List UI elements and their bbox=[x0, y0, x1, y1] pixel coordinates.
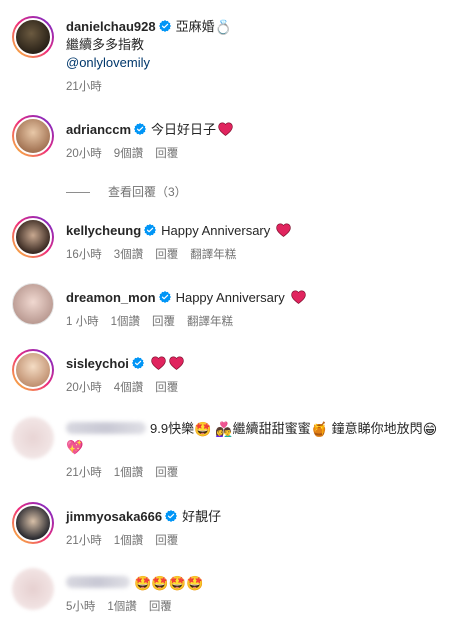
like-count[interactable]: 1個讚 bbox=[111, 316, 140, 328]
reply-button[interactable]: 回覆 bbox=[155, 382, 178, 394]
verified-badge-icon bbox=[144, 224, 156, 236]
reply-button[interactable]: 回覆 bbox=[155, 249, 178, 261]
grinning-icon: 😁 bbox=[422, 421, 438, 437]
heart-icon bbox=[276, 223, 291, 237]
avatar[interactable] bbox=[12, 502, 54, 544]
like-count[interactable]: 3個讚 bbox=[114, 249, 143, 261]
star-struck-icon: 🤩 bbox=[194, 421, 212, 437]
heart-icon bbox=[151, 356, 166, 370]
comment-text: 好靚仔 bbox=[182, 509, 222, 524]
username[interactable]: jimmyosaka666 bbox=[66, 509, 162, 524]
comment-text: Happy Anniversary bbox=[161, 223, 271, 238]
timestamp: 20小時 bbox=[66, 148, 102, 160]
comment-text: 今日好日子 bbox=[151, 122, 217, 137]
divider bbox=[66, 192, 90, 194]
honey-pot-icon: 🍯 bbox=[310, 421, 329, 437]
verified-badge-icon bbox=[132, 357, 144, 369]
view-replies-label: 查看回覆（3） bbox=[108, 185, 187, 199]
reply-button[interactable]: 回覆 bbox=[155, 535, 178, 547]
comment-text-line2: 繼續多多指教 bbox=[66, 37, 145, 52]
timestamp: 5小時 bbox=[66, 601, 96, 613]
heart-icon bbox=[218, 122, 233, 136]
sparkling-heart-icon: 💖 bbox=[66, 439, 84, 455]
username-blurred[interactable] bbox=[66, 576, 130, 588]
reply-button[interactable]: 回覆 bbox=[149, 601, 172, 613]
timestamp: 20小時 bbox=[66, 382, 102, 394]
comment-text: Happy Anniversary bbox=[175, 290, 285, 305]
username[interactable]: sisleychoi bbox=[66, 356, 129, 371]
username[interactable]: kellycheung bbox=[66, 223, 141, 238]
like-count[interactable]: 1個讚 bbox=[107, 601, 136, 613]
username[interactable]: dreamon_mon bbox=[66, 290, 156, 305]
avatar[interactable] bbox=[12, 115, 54, 157]
like-count[interactable]: 1個讚 bbox=[114, 535, 143, 547]
avatar[interactable] bbox=[12, 216, 54, 258]
verified-badge-icon bbox=[165, 510, 177, 522]
timestamp: 1 小時 bbox=[66, 316, 99, 328]
like-count[interactable]: 1個讚 bbox=[114, 467, 143, 479]
reply-button[interactable]: 回覆 bbox=[152, 316, 175, 328]
reply-button[interactable]: 回覆 bbox=[155, 148, 178, 160]
heart-icon bbox=[291, 290, 306, 304]
like-count[interactable]: 4個讚 bbox=[114, 382, 143, 394]
verified-badge-icon bbox=[159, 291, 171, 303]
translate-button[interactable]: 翻譯年糕 bbox=[190, 249, 236, 261]
view-replies-button[interactable]: 查看回覆（3） bbox=[66, 183, 187, 200]
timestamp: 16小時 bbox=[66, 249, 102, 261]
avatar[interactable] bbox=[12, 349, 54, 391]
comment-text-a: 9.9快樂 bbox=[150, 421, 195, 436]
heart-icon bbox=[169, 356, 184, 370]
ring-icon: 💍 bbox=[214, 19, 233, 35]
translate-button[interactable]: 翻譯年糕 bbox=[187, 316, 233, 328]
avatar[interactable] bbox=[12, 16, 54, 58]
timestamp: 21小時 bbox=[66, 535, 102, 547]
reply-button[interactable]: 回覆 bbox=[155, 467, 178, 479]
timestamp: 21小時 bbox=[66, 81, 102, 93]
timestamp: 21小時 bbox=[66, 467, 102, 479]
username[interactable]: adrianccm bbox=[66, 122, 131, 137]
avatar[interactable] bbox=[12, 417, 54, 459]
avatar[interactable] bbox=[12, 568, 54, 610]
like-count[interactable]: 9個讚 bbox=[114, 148, 143, 160]
comment-text-c: 鐘意睇你地放閃 bbox=[331, 421, 423, 436]
username[interactable]: danielchau928 bbox=[66, 19, 156, 34]
comment-text-b: 繼續甜甜蜜蜜 bbox=[232, 421, 311, 436]
username-blurred[interactable] bbox=[66, 422, 146, 434]
verified-badge-icon bbox=[134, 123, 146, 135]
comment-text: 亞麻婚 bbox=[175, 19, 215, 34]
mention-link[interactable]: @onlylovemily bbox=[66, 54, 457, 72]
verified-badge-icon bbox=[159, 20, 171, 32]
couple-with-heart-icon: 👩‍❤️‍👨 bbox=[215, 421, 233, 437]
star-struck-icon: 🤩🤩🤩🤩 bbox=[134, 575, 204, 591]
avatar[interactable] bbox=[12, 283, 54, 325]
